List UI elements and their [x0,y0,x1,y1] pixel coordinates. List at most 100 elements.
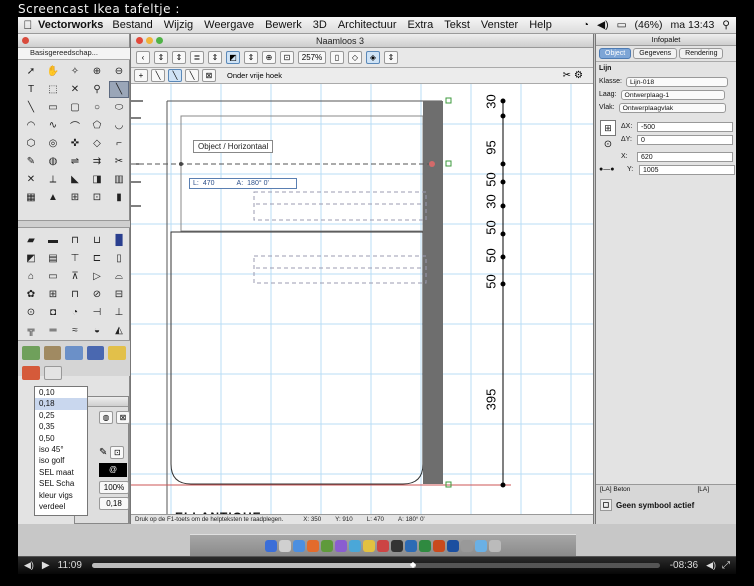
wifi-icon[interactable]: ◔ [583,19,589,31]
zoom-field[interactable]: 257% [298,51,326,64]
offset-tool-icon[interactable]: ⇉ [87,153,107,170]
pan-tool-icon[interactable]: ✋ [43,63,63,80]
menu-weergave[interactable]: Weergave [204,19,254,31]
ichat-icon[interactable] [349,539,361,552]
line-weight-item-selected[interactable]: 0,18 [35,398,87,410]
landscape-set-icon[interactable] [22,346,40,360]
fence-icon[interactable]: ═ [43,322,63,339]
line-mode-settings-icon[interactable]: ⊠ [202,69,216,82]
table-icon[interactable]: ▭ [43,268,63,285]
camera-icon[interactable]: ◘ [43,304,63,321]
arrow-tool-icon[interactable]: ➚ [21,63,41,80]
door-tool-icon[interactable]: ⊡ [87,189,107,206]
line-weight-field[interactable]: 0,18 [99,497,129,510]
line-mode-angle-icon[interactable]: ╲ [168,69,182,82]
menu-architectuur[interactable]: Architectuur [338,19,397,31]
rotate-view-icon[interactable]: ✧ [65,63,85,80]
calendar-icon[interactable] [377,539,389,552]
y-field[interactable]: 1005 [639,164,735,175]
trim-tool-icon[interactable]: ✂ [109,153,129,170]
line-weight-item[interactable]: kleur vigs [35,490,87,501]
vectorworks-icon[interactable] [447,539,459,552]
laag-select[interactable]: Ontwerplaag-1 [620,89,725,100]
line-weight-item[interactable]: SEL maat [35,467,87,478]
line-mode-constrained-icon[interactable]: + [134,69,148,82]
oval-tool-icon[interactable]: ⬭ [109,99,129,116]
zoom-icon[interactable] [156,37,163,44]
blank-set-icon[interactable] [44,366,62,380]
menu-bewerk[interactable]: Bewerk [265,19,302,31]
zoom-out-icon[interactable]: ⊖ [109,63,129,80]
layer-select[interactable]: ⇕ [172,51,186,64]
menubar-clock[interactable]: ma 13:43 [671,19,715,31]
bed-icon[interactable]: ▷ [87,268,107,285]
chamfer-tool-icon[interactable]: ◣ [65,171,85,188]
section-icon[interactable]: ⊣ [87,304,107,321]
globe-set-icon[interactable] [86,346,105,360]
safari-icon[interactable] [293,539,305,552]
layers-icon[interactable]: ≣ [190,51,204,64]
line-weight-item[interactable]: verdeel [35,501,87,512]
line-weight-item[interactable]: 0,25 [35,410,87,421]
volume-icon[interactable]: ◀) [24,560,34,571]
close-icon[interactable] [22,37,29,44]
system-icon[interactable] [279,539,291,552]
close-icon[interactable] [136,37,143,44]
x-field[interactable]: 620 [637,151,733,162]
roof-tool-icon[interactable]: ▲ [43,189,63,206]
line-weight-item[interactable]: iso golf [35,455,87,466]
connect-tool-icon[interactable]: ⟂ [43,171,63,188]
play-icon[interactable]: ▶ [42,560,50,571]
stair-tool-icon[interactable]: ▦ [21,189,41,206]
data-display-bar[interactable]: L: 470 A: 180° 0' [189,178,297,189]
terminal-icon[interactable] [391,539,403,552]
desk-icon[interactable]: ⊤ [65,250,85,267]
beam-icon[interactable]: ▬ [43,232,63,249]
wall-tool-icon[interactable]: ▥ [109,171,129,188]
column-tool-icon[interactable]: ▮ [109,189,129,206]
class-select[interactable]: ⇕ [208,51,222,64]
double-line-icon[interactable]: ╲ [21,99,41,116]
drawing-canvas[interactable]: 30 95 50 30 50 50 50 395 Object / Horizo… [131,84,593,521]
pattern-select-icon[interactable]: ⊠ [116,411,130,424]
light-set-icon[interactable] [108,346,126,360]
spotlight-icon[interactable]: ⚲ [722,19,730,31]
line-weight-item[interactable]: SEL Scha [35,478,87,489]
dimension-tool-icon[interactable]: ⬚ [43,81,63,98]
color-swatch[interactable]: @ [99,463,127,477]
menu-venster[interactable]: Venster [481,19,518,31]
chair-icon[interactable]: ⌂ [21,268,41,285]
menu-extra[interactable]: Extra [408,19,434,31]
stake-icon[interactable]: ╦ [21,322,41,339]
volume-icon[interactable]: ◀) [706,560,716,571]
mail-icon[interactable] [321,539,333,552]
tab-gegevens[interactable]: Gegevens [633,48,678,59]
reference-grid-icon[interactable]: ⊞ [600,120,616,136]
locus-tool-icon[interactable]: ✜ [65,135,85,152]
spiral-tool-icon[interactable]: ◎ [43,135,63,152]
polygon-tool-icon[interactable]: ⬠ [87,117,107,134]
menu-help[interactable]: Help [529,19,552,31]
house-set-icon[interactable] [65,346,83,360]
line-weight-item[interactable]: 0,50 [35,433,87,444]
split-tool-icon[interactable]: ✕ [21,171,41,188]
fullscreen-icon[interactable]: ⤢ [722,560,730,571]
preferences-icon[interactable] [461,539,473,552]
iphoto-icon[interactable] [363,539,375,552]
zoom-in-icon[interactable]: ⊕ [87,63,107,80]
powerpoint-icon[interactable] [433,539,445,552]
class-visibility-icon[interactable]: ◩ [226,51,240,64]
palette-collapse-bar[interactable] [18,220,130,228]
volume-icon[interactable]: ◀) [597,19,609,31]
minimize-icon[interactable] [146,37,153,44]
panel-icon[interactable]: █ [109,232,129,249]
plane-icon[interactable]: ◇ [348,51,362,64]
line-mode-free-icon[interactable]: ╲ [151,69,165,82]
fridge-icon[interactable]: ⊟ [109,286,129,303]
angle-value[interactable]: 180° 0' [247,180,269,187]
snap-settings-icon[interactable]: ✂ [563,70,571,81]
polyline-tool-icon[interactable]: ⌒ [65,117,85,134]
slab-icon[interactable]: ▰ [21,232,41,249]
arc-tool-icon[interactable]: ◠ [21,117,41,134]
tab-object[interactable]: Object [599,48,632,59]
